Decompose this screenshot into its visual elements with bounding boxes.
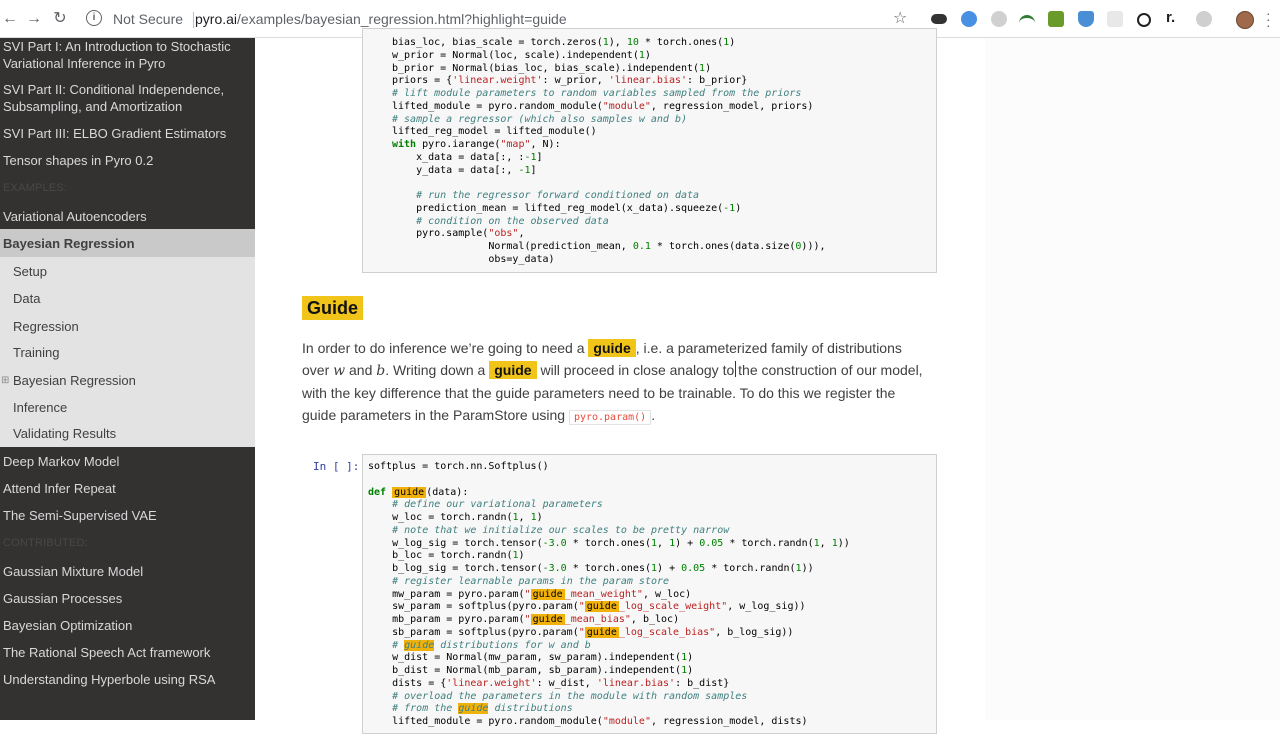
extension-gray-icon[interactable] xyxy=(991,11,1007,27)
math-b: b xyxy=(376,363,386,379)
extension-bird-icon[interactable] xyxy=(961,11,977,27)
arrow-right-icon[interactable]: → xyxy=(24,9,44,29)
url-host: pyro.ai xyxy=(195,11,238,27)
extension-incognito-icon[interactable] xyxy=(931,14,947,24)
sidebar-item-tensor-shapes[interactable]: Tensor shapes in Pyro 0.2 xyxy=(0,152,255,169)
sidebar-sub-setup[interactable]: Setup xyxy=(13,264,47,279)
expand-plus-icon[interactable]: ⊞ xyxy=(1,375,9,386)
sidebar-item-svi-3[interactable]: SVI Part III: ELBO Gradient Estimators xyxy=(0,125,255,142)
sidebar-sub-regression[interactable]: Regression xyxy=(13,319,79,334)
extension-dot-icon[interactable] xyxy=(1196,11,1212,27)
info-icon[interactable]: i xyxy=(86,10,102,26)
search-highlight: guide xyxy=(588,339,636,357)
search-highlight: guide xyxy=(489,361,537,379)
sidebar-item-air[interactable]: Attend Infer Repeat xyxy=(0,480,255,497)
extension-arc-icon[interactable] xyxy=(1019,15,1035,26)
sidebar-item-vae[interactable]: Variational Autoencoders xyxy=(0,208,255,225)
sidebar-item-gmm[interactable]: Gaussian Mixture Model xyxy=(0,563,255,580)
sidebar-item-svi-2[interactable]: SVI Part II: Conditional Independence, S… xyxy=(0,81,255,115)
sidebar-item-gp[interactable]: Gaussian Processes xyxy=(0,590,255,607)
sidebar-item-bayesian-regression[interactable]: Bayesian Regression xyxy=(3,236,135,251)
kebab-menu-icon[interactable]: · · · xyxy=(1266,6,1271,32)
section-heading-guide: Guide xyxy=(302,296,364,320)
sidebar-item-ssvae[interactable]: The Semi-Supervised VAE xyxy=(0,507,255,524)
extension-circle-icon[interactable] xyxy=(1137,13,1151,27)
extension-r-icon[interactable]: r. xyxy=(1166,10,1182,27)
para-end: . xyxy=(651,407,656,423)
star-icon[interactable]: ☆ xyxy=(893,10,907,28)
para-text-1: In order to do inference we’re going to … xyxy=(302,340,585,356)
sidebar-sub-validating[interactable]: Validating Results xyxy=(13,426,116,441)
cell-prompt: In [ ]: xyxy=(313,460,360,473)
code-cell-guide[interactable]: softplus = torch.nn.Softplus() def guide… xyxy=(362,454,937,734)
security-label: Not Secure xyxy=(113,11,184,27)
divider xyxy=(193,12,194,28)
right-margin xyxy=(985,38,1280,720)
sidebar-sub-data[interactable]: Data xyxy=(13,291,40,306)
sidebar-caption-examples: EXAMPLES: xyxy=(3,182,68,194)
extension-shield-icon[interactable] xyxy=(1078,11,1094,27)
sidebar-item-dmm[interactable]: Deep Markov Model xyxy=(0,453,255,470)
guide-paragraph: In order to do inference we’re going to … xyxy=(302,337,932,429)
text-cursor xyxy=(735,361,736,377)
code-cell-model[interactable]: bias_loc, bias_scale = torch.zeros(1), 1… xyxy=(362,28,937,273)
avatar[interactable] xyxy=(1236,11,1254,29)
extension-green-icon[interactable] xyxy=(1048,11,1064,27)
reload-icon[interactable]: ↻ xyxy=(50,9,70,29)
sidebar: SVI Part I: An Introduction to Stochasti… xyxy=(0,38,255,720)
para-text-3: . Writing down a xyxy=(385,362,486,378)
sidebar-sub-training[interactable]: Training xyxy=(13,345,59,360)
code-guide: softplus = torch.nn.Softplus() def guide… xyxy=(368,461,850,727)
arrow-left-icon[interactable]: ← xyxy=(0,9,20,29)
code-model: bias_loc, bias_scale = torch.zeros(1), 1… xyxy=(392,37,826,265)
sidebar-item-hyperbole[interactable]: Understanding Hyperbole using RSA xyxy=(0,671,255,688)
sidebar-sub-inference[interactable]: Inference xyxy=(13,400,67,415)
para-and: and xyxy=(349,362,373,378)
extension-grid-icon[interactable] xyxy=(1107,11,1123,27)
sidebar-item-bo[interactable]: Bayesian Optimization xyxy=(0,617,255,634)
sidebar-item-rsa[interactable]: The Rational Speech Act framework xyxy=(0,644,255,661)
sidebar-caption-contributed: CONTRIBUTED: xyxy=(3,537,88,549)
sidebar-item-svi-1[interactable]: SVI Part I: An Introduction to Stochasti… xyxy=(0,38,255,72)
url-text[interactable]: pyro.ai/examples/bayesian_regression.htm… xyxy=(195,11,567,27)
inline-code-pyro-param: pyro.param() xyxy=(568,410,652,425)
math-w: w xyxy=(333,363,346,379)
url-path: /examples/bayesian_regression.html?highl… xyxy=(237,11,567,27)
sidebar-sub-bayesian-regression[interactable]: Bayesian Regression xyxy=(13,373,136,388)
